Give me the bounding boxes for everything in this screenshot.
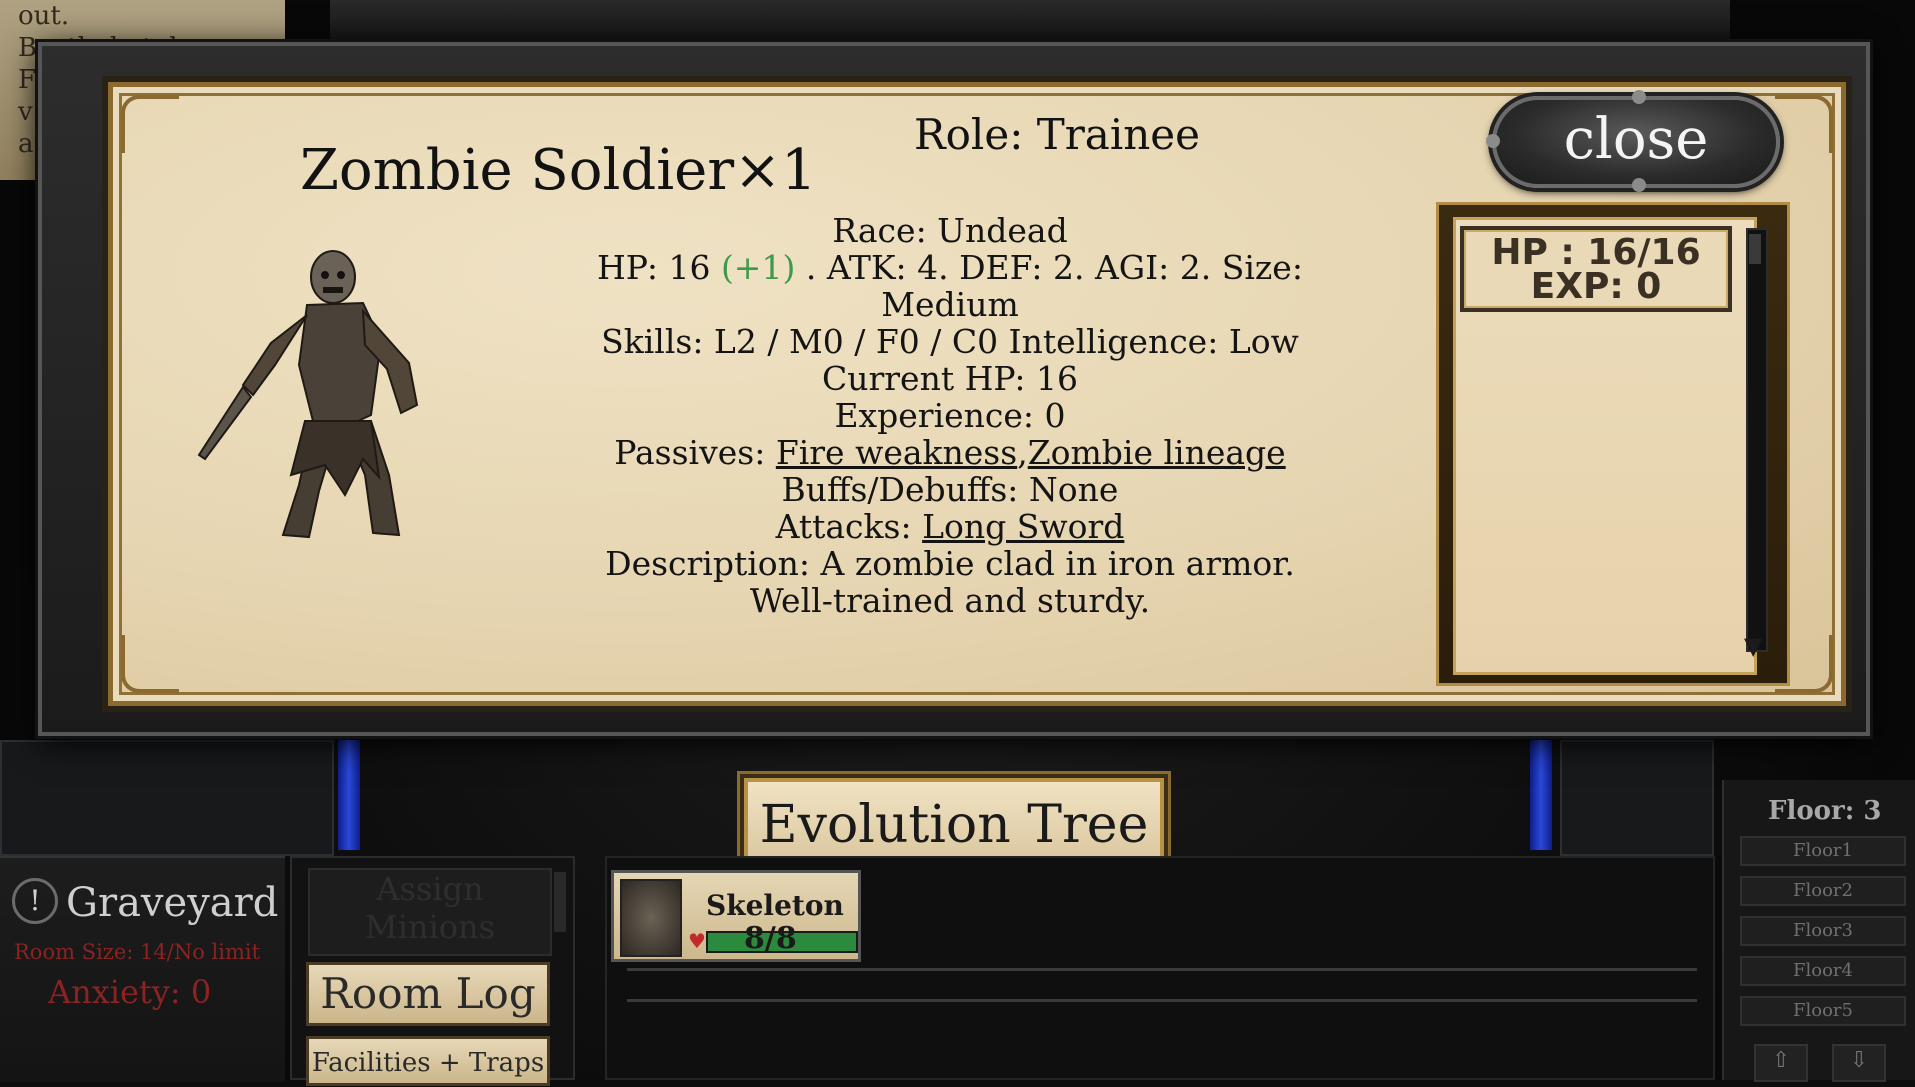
assign-minions-button[interactable]: Assign Minions: [308, 868, 552, 956]
passive-link-fire-weakness[interactable]: Fire weakness: [776, 433, 1017, 472]
anxiety-value: Anxiety: 0: [48, 973, 212, 1011]
buffs-line: Buffs/Debuffs: None: [781, 470, 1119, 509]
skull-ornament-icon: [1632, 90, 1646, 104]
unit-title: Zombie Soldier×1: [300, 138, 817, 203]
current-hp-line: Current HP: 16: [822, 359, 1078, 398]
floor-selector: Floor: 3 Floor1 Floor2 Floor3 Floor4 Flo…: [1722, 780, 1915, 1082]
minion-strip: Skeleton ♥ 8/8: [605, 856, 1715, 1080]
floor-title: Floor: 3: [1768, 796, 1882, 826]
description-line-1: Description: A zombie clad in iron armor…: [605, 544, 1295, 583]
room-name: Graveyard: [66, 880, 279, 926]
alert-icon: !: [12, 878, 58, 924]
attacks-line: Attacks: Long Sword: [545, 508, 1355, 545]
room-actions-panel: Assign Minions Room Log Facilities + Tra…: [290, 856, 575, 1086]
note-line: out.: [18, 1, 70, 31]
scroll-thumb[interactable]: [1749, 234, 1761, 264]
dungeon-wall-left: [0, 740, 334, 856]
passives-line: Passives: Fire weakness,Zombie lineage: [545, 434, 1355, 471]
facilities-traps-button[interactable]: Facilities + Traps: [306, 1036, 550, 1086]
blue-pillar-left: [338, 740, 360, 850]
frame-corner: [121, 635, 179, 693]
attacks-label: Attacks:: [775, 507, 923, 546]
passives-label: Passives:: [614, 433, 776, 472]
minion-card-skeleton[interactable]: Skeleton ♥ 8/8: [611, 870, 861, 962]
frame-corner: [1775, 95, 1833, 153]
status-panel: HP : 16/16 EXP: 0: [1436, 202, 1790, 686]
status-scrollbar[interactable]: [1746, 228, 1768, 652]
floor-item[interactable]: Floor5: [1740, 996, 1906, 1026]
minion-scroll-bar[interactable]: [627, 968, 1697, 1002]
zombie-soldier-portrait: [197, 250, 419, 539]
minion-hp: 8/8: [744, 921, 797, 956]
heart-icon: ♥: [688, 929, 706, 953]
stats-text: . ATK: 4. DEF: 2. AGI: 2. Size:: [805, 248, 1303, 287]
skeleton-portrait: [620, 879, 682, 957]
skull-ornament-icon: [1632, 178, 1646, 192]
status-box: HP : 16/16 EXP: 0: [1460, 226, 1732, 312]
room-log-button[interactable]: Room Log: [306, 962, 550, 1026]
status-inner: HP : 16/16 EXP: 0: [1453, 217, 1757, 675]
floor-item[interactable]: Floor1: [1740, 836, 1906, 866]
floor-item[interactable]: Floor2: [1740, 876, 1906, 906]
floor-item[interactable]: Floor3: [1740, 916, 1906, 946]
status-exp: EXP: 0: [1530, 266, 1662, 307]
attack-link-long-sword[interactable]: Long Sword: [922, 507, 1124, 546]
dungeon-wall-right: [1560, 740, 1714, 856]
floor-item[interactable]: Floor4: [1740, 956, 1906, 986]
status-hp: HP : 16/16: [1491, 232, 1701, 273]
description-line-2: Well-trained and sturdy.: [749, 581, 1151, 620]
skills-line: Skills: L2 / M0 / F0 / C0 Intelligence: …: [601, 322, 1299, 361]
skull-ornament-icon: [1486, 134, 1500, 148]
close-button[interactable]: close: [1486, 90, 1780, 192]
size-value: Medium: [881, 285, 1019, 324]
scroll-down-icon[interactable]: ▼: [1744, 632, 1762, 660]
hp-stats-line: HP: 16 (+1) . ATK: 4. DEF: 2. AGI: 2. Si…: [545, 249, 1355, 286]
passive-link-zombie-lineage[interactable]: Zombie lineage: [1028, 433, 1286, 472]
floor-down-arrow-icon[interactable]: ⇩: [1832, 1044, 1886, 1082]
passive-separator: ,: [1017, 433, 1028, 472]
actions-scrollbar[interactable]: [554, 872, 566, 932]
hp-bonus: (+1): [720, 248, 796, 287]
top-toolbar: [330, 0, 1730, 46]
blue-pillar-right: [1530, 740, 1552, 850]
frame-corner: [121, 95, 179, 153]
race-line: Race: Undead: [832, 211, 1068, 250]
room-info-panel: ! Graveyard Room Size: 14/No limit Anxie…: [0, 856, 285, 1082]
minion-name: Skeleton: [706, 889, 844, 922]
hp-value: HP: 16: [597, 248, 711, 287]
room-size: Room Size: 14/No limit: [14, 940, 261, 964]
floor-up-arrow-icon[interactable]: ⇧: [1754, 1044, 1808, 1082]
close-label: close: [1563, 107, 1709, 172]
experience-line: Experience: 0: [834, 396, 1066, 435]
unit-info: Race: Undead HP: 16 (+1) . ATK: 4. DEF: …: [545, 212, 1355, 619]
unit-role: Role: Trainee: [914, 110, 1201, 159]
